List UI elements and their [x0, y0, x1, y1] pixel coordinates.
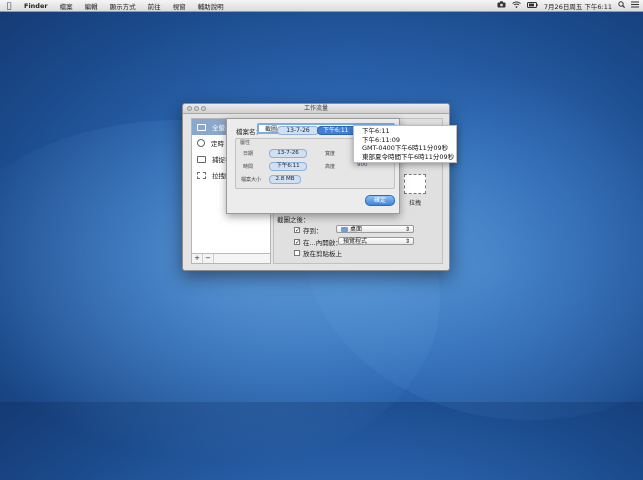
menu-go[interactable]: 前往 [142, 1, 167, 11]
option-label: 存到： [303, 227, 323, 235]
clipboard-checkbox[interactable] [294, 250, 300, 256]
drag-label: 拉拽 [409, 200, 422, 207]
remove-workflow-button[interactable]: − [203, 254, 214, 263]
menu-view[interactable]: 顯示方式 [104, 1, 142, 11]
option-label: 在...內開啟： [303, 239, 342, 247]
open-with-value: 預覽程式 [343, 238, 368, 245]
open-with-select[interactable]: 預覽程式 ⇕ [338, 237, 414, 245]
open-in-checkbox[interactable]: ✓ [294, 239, 300, 246]
wifi-icon[interactable] [512, 1, 521, 10]
menu-edit[interactable]: 編輯 [79, 1, 104, 11]
select-arrows-icon: ⇕ [404, 238, 410, 245]
spotlight-search-icon[interactable] [618, 1, 626, 10]
window-titlebar[interactable]: 工作流量 [183, 104, 449, 114]
width-label: 寬度 [325, 151, 336, 157]
battery-icon[interactable] [526, 1, 538, 10]
menu-window[interactable]: 視窗 [167, 1, 192, 11]
apple-menu-icon[interactable]:  [0, 1, 18, 10]
after-capture-title: 截圖之後： [277, 216, 310, 224]
save-to-checkbox[interactable]: ✓ [294, 227, 300, 234]
menu-app-name[interactable]: Finder [18, 2, 54, 10]
time-format-option[interactable]: 下午6:11:09 [362, 136, 456, 145]
filesize-label: 檔案大小 [241, 177, 262, 183]
selection-icon [197, 171, 206, 179]
window-title: 工作流量 [303, 105, 328, 112]
add-workflow-button[interactable]: + [192, 254, 203, 263]
time-format-option[interactable]: GMT-0400下午6時11分09秒 [362, 144, 456, 153]
window-icon [197, 155, 206, 163]
time-label: 時間 [243, 164, 254, 170]
date-label: 日期 [243, 151, 254, 157]
close-button[interactable] [187, 106, 192, 111]
menu-bar:  Finder 檔案 編輯 顯示方式 前往 視窗 輔助說明 7月26日周五 下… [0, 0, 643, 12]
option-open-in[interactable]: ✓ 在...內開啟： [294, 237, 342, 247]
minimize-button[interactable] [194, 106, 199, 111]
clock-icon [197, 139, 205, 147]
menubar-clock[interactable]: 7月26日周五 下午6:11 [544, 1, 612, 11]
date-token[interactable]: 13-7-26 [269, 149, 307, 158]
time-format-option[interactable]: 東部夏令時間下午6時11分09秒 [362, 153, 456, 162]
time-token[interactable]: 下午6:11 [269, 162, 307, 171]
attributes-title: 屬性 [240, 140, 251, 146]
window-controls [187, 106, 206, 111]
menu-file[interactable]: 檔案 [54, 1, 79, 11]
option-clipboard[interactable]: 放在剪貼板上 [294, 248, 342, 258]
menu-help[interactable]: 輔助說明 [192, 1, 230, 11]
sidebar-footer: + − [192, 253, 270, 263]
time-format-option[interactable]: 下午6:11 [362, 127, 456, 136]
select-arrows-icon: ⇕ [404, 226, 410, 233]
camera-icon[interactable] [497, 1, 506, 10]
save-location-value: 桌面 [350, 226, 363, 233]
monitor-icon [197, 123, 206, 131]
option-save-to[interactable]: ✓ 存到： [294, 225, 323, 235]
folder-icon [341, 227, 348, 232]
drag-area-preview[interactable] [404, 174, 426, 194]
notification-center-icon[interactable] [631, 1, 639, 10]
ok-button[interactable]: 確定 [365, 195, 395, 206]
option-label: 放在剪貼板上 [303, 250, 342, 258]
zoom-button[interactable] [201, 106, 206, 111]
save-location-select[interactable]: 桌面 ⇕ [336, 225, 414, 233]
height-label: 高度 [325, 164, 336, 170]
time-format-menu: 下午6:11 下午6:11:09 GMT-0400下午6時11分09秒 東部夏令… [353, 125, 457, 163]
sidebar-item-label: 定時 [211, 140, 224, 148]
token-date[interactable]: 13-7-26 [277, 126, 319, 135]
status-area: 7月26日周五 下午6:11 [497, 0, 639, 11]
filesize-token[interactable]: 2.8 MB [269, 175, 301, 184]
